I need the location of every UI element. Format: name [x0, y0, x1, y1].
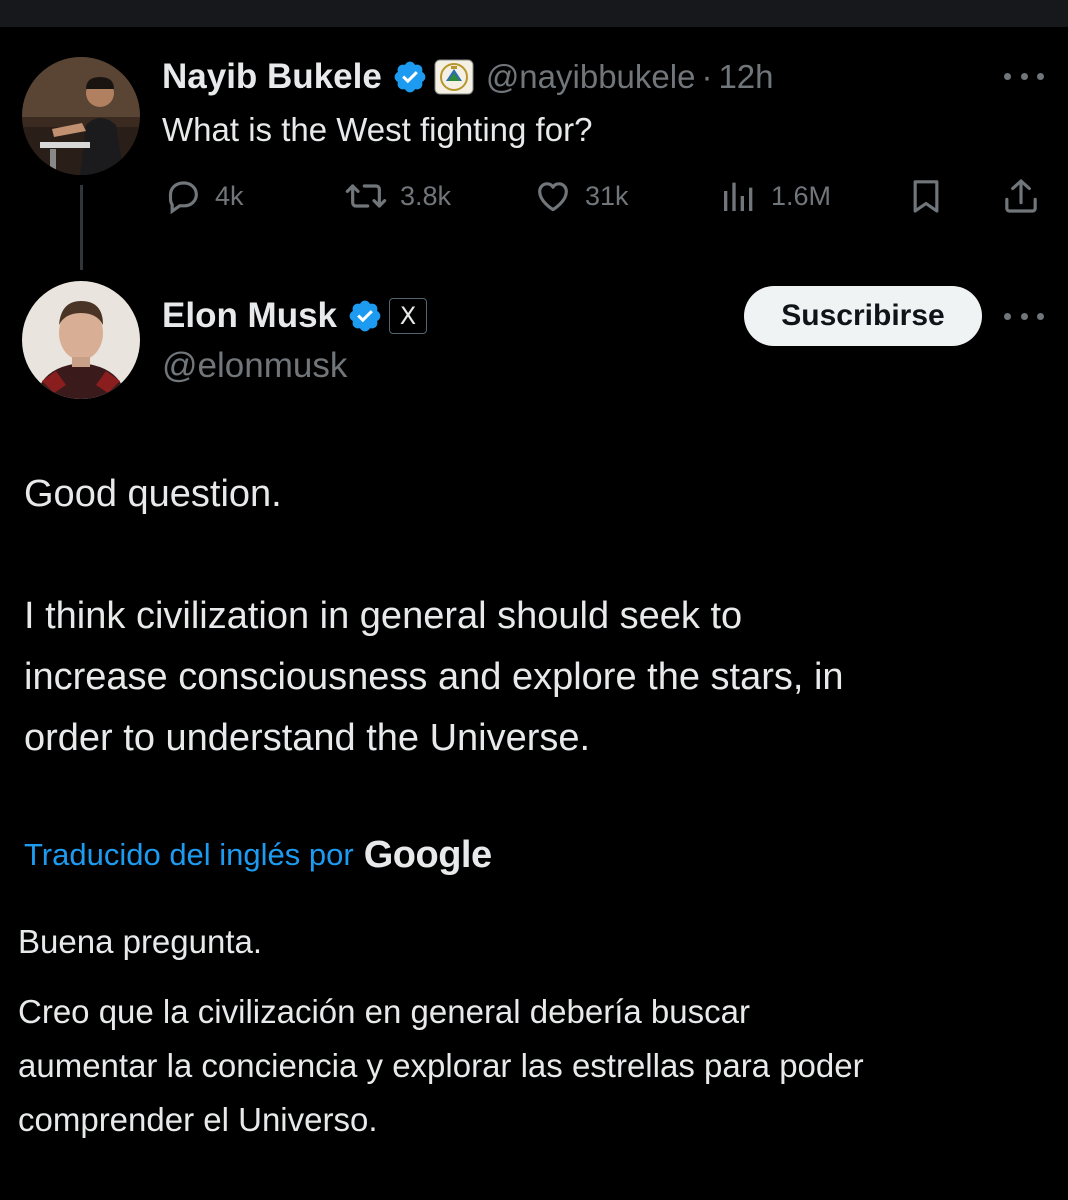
status-bar — [0, 0, 1068, 27]
verified-badge-icon — [392, 59, 428, 95]
subscribe-button[interactable]: Suscribirse — [744, 286, 982, 346]
x-badge-label: X — [399, 302, 417, 330]
parent-timestamp[interactable]: 12h — [718, 58, 773, 96]
translation-paragraph-2-line-2: aumentar la conciencia y explorar las es… — [18, 1047, 864, 1084]
elon-musk-avatar[interactable] — [22, 281, 140, 399]
reply-author-name[interactable]: Elon Musk — [162, 296, 337, 336]
translation-paragraph-2-line-3: comprender el Universo. — [18, 1101, 378, 1138]
share-button[interactable] — [1000, 174, 1042, 218]
repost-button[interactable]: 3.8k — [344, 174, 451, 218]
reply-handle[interactable]: @elonmusk — [162, 344, 347, 388]
parent-handle[interactable]: @nayibbukele — [486, 58, 696, 96]
reply-paragraph-2-line-2: increase consciousness and explore the s… — [24, 656, 844, 698]
more-dots-icon[interactable] — [1004, 70, 1044, 82]
view-count: 1.6M — [771, 180, 832, 211]
translation-paragraph-1: Buena pregunta. — [18, 923, 263, 960]
reply-paragraph-2-line-3: order to understand the Universe. — [24, 717, 591, 759]
bookmark-icon — [906, 176, 946, 216]
thread-connector-line — [80, 185, 83, 270]
translation-paragraph-2-line-1: Creo que la civilización en general debe… — [18, 993, 750, 1030]
reply-count: 4k — [215, 180, 244, 211]
bookmark-button[interactable] — [906, 174, 946, 218]
verified-badge-icon — [347, 298, 383, 334]
time-separator: · — [701, 58, 713, 95]
speech-bubble-icon — [163, 176, 203, 216]
parent-tweet-header: Nayib Bukele @nayibbukele · 12h — [162, 55, 774, 99]
share-upload-icon — [1000, 176, 1042, 216]
reply-button[interactable]: 4k — [163, 174, 244, 218]
google-logo: Google — [363, 833, 492, 876]
heart-icon — [533, 176, 573, 216]
coat-of-arms-badge-icon — [434, 59, 474, 95]
nayib-bukele-avatar[interactable] — [22, 57, 140, 175]
translated-text-block: Buena pregunta. Creo que la civilización… — [18, 915, 1058, 1147]
reply-tweet-header: Elon Musk X — [162, 294, 428, 338]
parent-author-name[interactable]: Nayib Bukele — [162, 57, 382, 97]
more-dots-icon[interactable] — [1004, 310, 1044, 322]
like-count: 31k — [585, 180, 629, 211]
reply-paragraph-2-line-1: I think civilization in general should s… — [24, 595, 743, 637]
bar-chart-icon — [719, 176, 759, 216]
x-affiliate-badge-icon: X — [389, 298, 428, 334]
translated-by-link[interactable]: Traducido del inglés por — [24, 837, 354, 873]
repost-arrows-icon — [344, 176, 388, 216]
repost-count: 3.8k — [400, 180, 452, 211]
reply-tweet-body: Good question. I think civilization in g… — [24, 464, 1054, 769]
reply-paragraph-1: Good question. — [24, 473, 282, 515]
translation-attribution: Traducido del inglés por Google — [24, 830, 492, 880]
like-button[interactable]: 31k — [533, 174, 629, 218]
views-button[interactable]: 1.6M — [719, 174, 831, 218]
parent-tweet-text: What is the West fighting for? — [162, 111, 593, 148]
